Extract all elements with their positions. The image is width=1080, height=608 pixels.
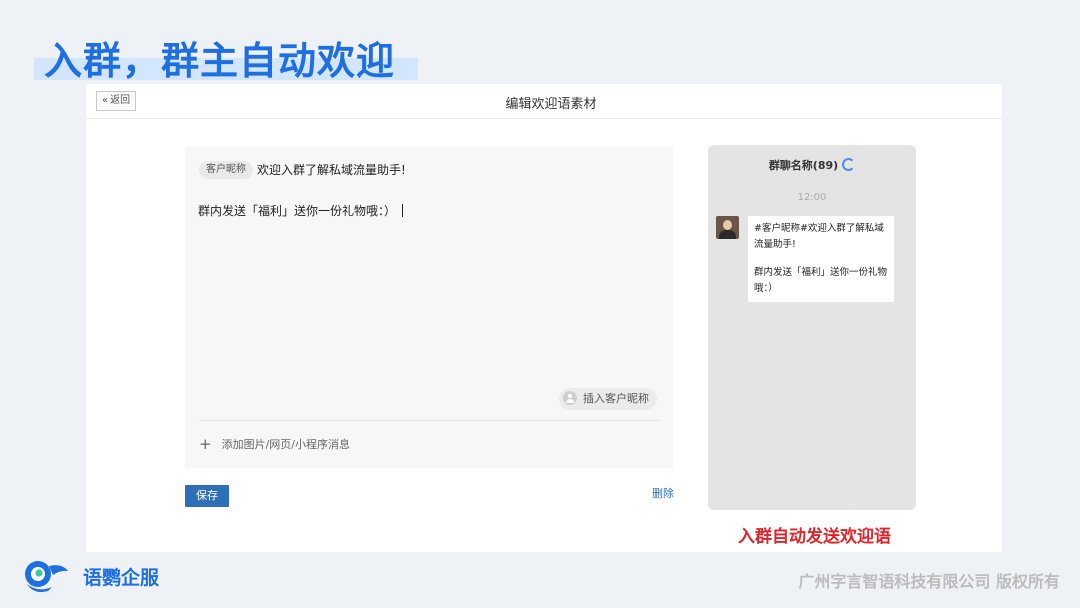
- add-media-button[interactable]: + 添加图片/网页/小程序消息: [199, 436, 350, 453]
- add-media-label: 添加图片/网页/小程序消息: [221, 438, 350, 451]
- message-line-2: 群内发送「福利」送你一份礼物哦：）: [198, 202, 404, 220]
- text-caret: [402, 204, 404, 217]
- group-name: 群聊名称(89): [768, 159, 839, 172]
- page-title: 编辑欢迎语素材: [505, 97, 597, 112]
- bubble-line-2: 群内发送「福利」送你一份礼物哦：）: [754, 267, 888, 294]
- avatar-body: [719, 230, 736, 239]
- insert-nickname-button[interactable]: 插入客户昵称: [559, 388, 657, 410]
- slide-title: 入群，群主自动欢迎: [44, 39, 396, 83]
- group-name-title: 群聊名称(89): [708, 157, 916, 173]
- save-button[interactable]: 保存: [185, 485, 229, 507]
- avatar-head: [723, 220, 732, 230]
- slide-title-area: 入群，群主自动欢迎: [34, 30, 418, 83]
- insert-nickname-label: 插入客户昵称: [583, 392, 649, 405]
- message-line-1: 欢迎入群了解私域流量助手!: [257, 163, 406, 177]
- nickname-tag[interactable]: 客户昵称: [199, 161, 253, 179]
- avatar: [716, 216, 739, 239]
- user-icon: [563, 391, 577, 405]
- message-line-2-text: 群内发送「福利」送你一份礼物哦：）: [198, 204, 397, 218]
- bubble-line-1: #客户昵称#欢迎入群了解私域流量助手!: [754, 223, 884, 250]
- editor-divider: [199, 420, 659, 421]
- sync-icon: [842, 158, 856, 171]
- plus-icon: +: [199, 435, 212, 453]
- copyright: 广州字言智语科技有限公司 版权所有: [798, 572, 1060, 591]
- editor-panel: «返回 编辑欢迎语素材 客户昵称 欢迎入群了解私域流量助手! 群内发送「福利」送…: [86, 84, 1002, 552]
- delete-link[interactable]: 删除: [652, 485, 674, 501]
- panel-header: «返回 编辑欢迎语素材: [86, 84, 1002, 119]
- slide-caption: 入群自动发送欢迎语: [738, 527, 891, 547]
- chat-preview: 群聊名称(89) 12:00 #客户昵称#欢迎入群了解私域流量助手! 群内发送「…: [708, 145, 916, 510]
- message-time: 12:00: [797, 192, 827, 203]
- message-bubble: #客户昵称#欢迎入群了解私域流量助手! 群内发送「福利」送你一份礼物哦：）: [748, 216, 894, 302]
- message-editor[interactable]: 客户昵称 欢迎入群了解私域流量助手! 群内发送「福利」送你一份礼物哦：） 插入客…: [185, 146, 673, 468]
